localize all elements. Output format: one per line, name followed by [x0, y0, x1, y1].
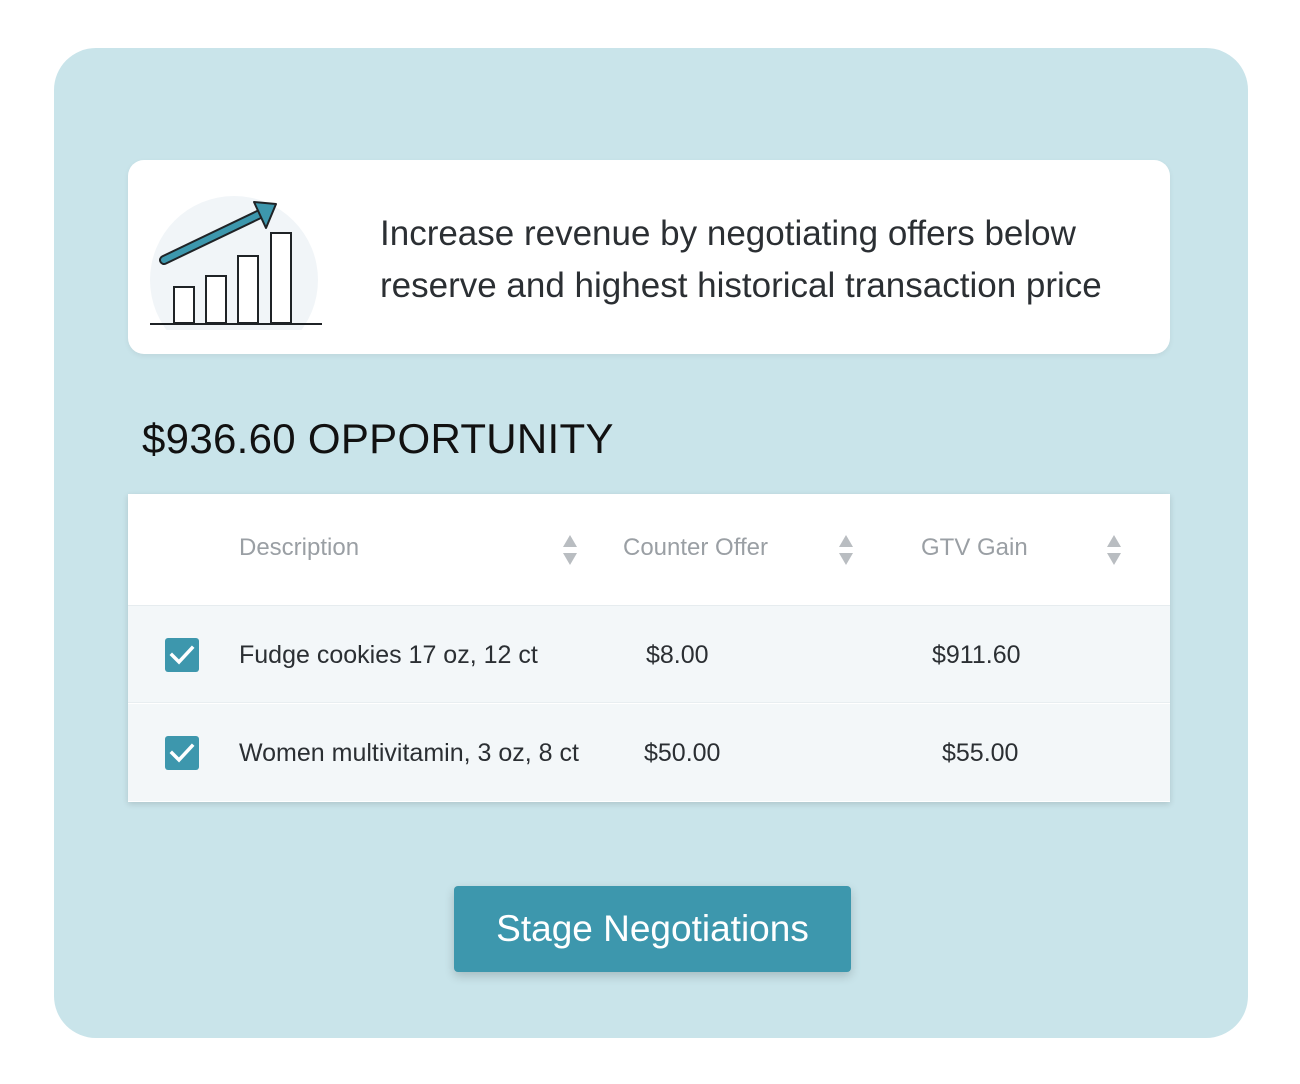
cell-gtv-gain: $911.60	[932, 641, 1021, 669]
checkmark-icon	[169, 743, 195, 763]
opportunity-table: Description Counter Offer GTV Gain Fudge…	[128, 494, 1170, 802]
table-row: Fudge cookies 17 oz, 12 ct $8.00 $911.60	[128, 606, 1170, 703]
cell-description: Fudge cookies 17 oz, 12 ct	[239, 641, 538, 669]
sort-icon[interactable]	[1105, 533, 1123, 567]
column-header-gtv-gain[interactable]: GTV Gain	[921, 534, 1028, 562]
bar-chart-growth-arrow-icon	[144, 196, 328, 330]
opportunity-title: $936.60 OPPORTUNITY	[142, 415, 614, 462]
column-header-description[interactable]: Description	[239, 534, 359, 562]
checkmark-icon	[169, 645, 195, 665]
sort-icon[interactable]	[837, 533, 855, 567]
stage-negotiations-button[interactable]: Stage Negotiations	[454, 886, 851, 972]
cell-counter-offer: $8.00	[646, 641, 709, 669]
insight-text: Increase revenue by negotiating offers b…	[380, 214, 1102, 305]
table-header: Description Counter Offer GTV Gain	[128, 494, 1170, 606]
row-checkbox[interactable]	[165, 736, 199, 770]
cell-counter-offer: $50.00	[644, 739, 721, 767]
insight-card: Increase revenue by negotiating offers b…	[128, 160, 1170, 354]
column-header-counter-offer[interactable]: Counter Offer	[623, 534, 768, 562]
cell-description: Women multivitamin, 3 oz, 8 ct	[239, 739, 579, 767]
cell-gtv-gain: $55.00	[942, 739, 1019, 767]
table-row: Women multivitamin, 3 oz, 8 ct $50.00 $5…	[128, 704, 1170, 801]
sort-icon[interactable]	[561, 533, 579, 567]
row-checkbox[interactable]	[165, 638, 199, 672]
